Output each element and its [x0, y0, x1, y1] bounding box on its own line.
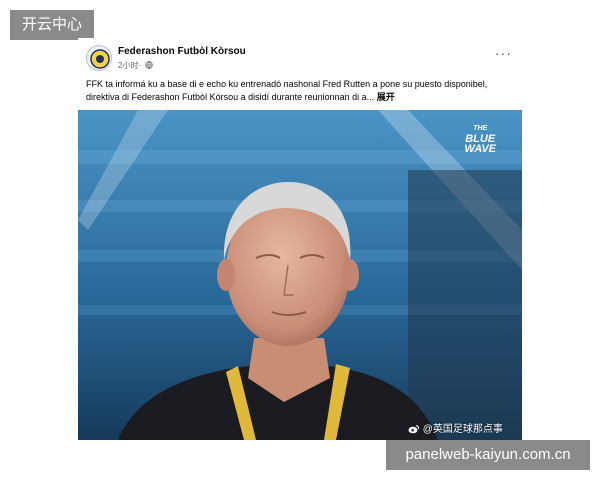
- post-body: FFK ta informá ku a base di e echo ku en…: [86, 79, 488, 102]
- post-meta: 2小时·: [118, 60, 154, 71]
- more-dots-icon[interactable]: ···: [495, 46, 512, 60]
- watermark-bottom: panelweb-kaiyun.com.cn: [386, 440, 590, 470]
- page-name-link[interactable]: Federashon Futbòl Kòrsou: [118, 46, 246, 57]
- facebook-post-card: Federashon Futbòl Kòrsou 2小时· ··· FFK ta…: [78, 38, 522, 440]
- watermark-top: 开云中心: [10, 10, 94, 40]
- post-time[interactable]: 2小时: [118, 61, 138, 70]
- weibo-icon: [408, 424, 423, 435]
- post-text: FFK ta informá ku a base di e echo ku en…: [86, 78, 516, 104]
- photo-watermark-text: @英国足球那点事: [422, 424, 503, 435]
- post-photo[interactable]: THE BLUE WAVE: [78, 110, 522, 440]
- ffk-crest-icon[interactable]: [86, 45, 112, 71]
- photo-watermark: @英国足球那点事: [408, 420, 503, 435]
- expand-link[interactable]: 展开: [377, 92, 395, 102]
- globe-icon: [145, 61, 154, 71]
- blue-wave-logo: THE BLUE WAVE: [464, 125, 496, 155]
